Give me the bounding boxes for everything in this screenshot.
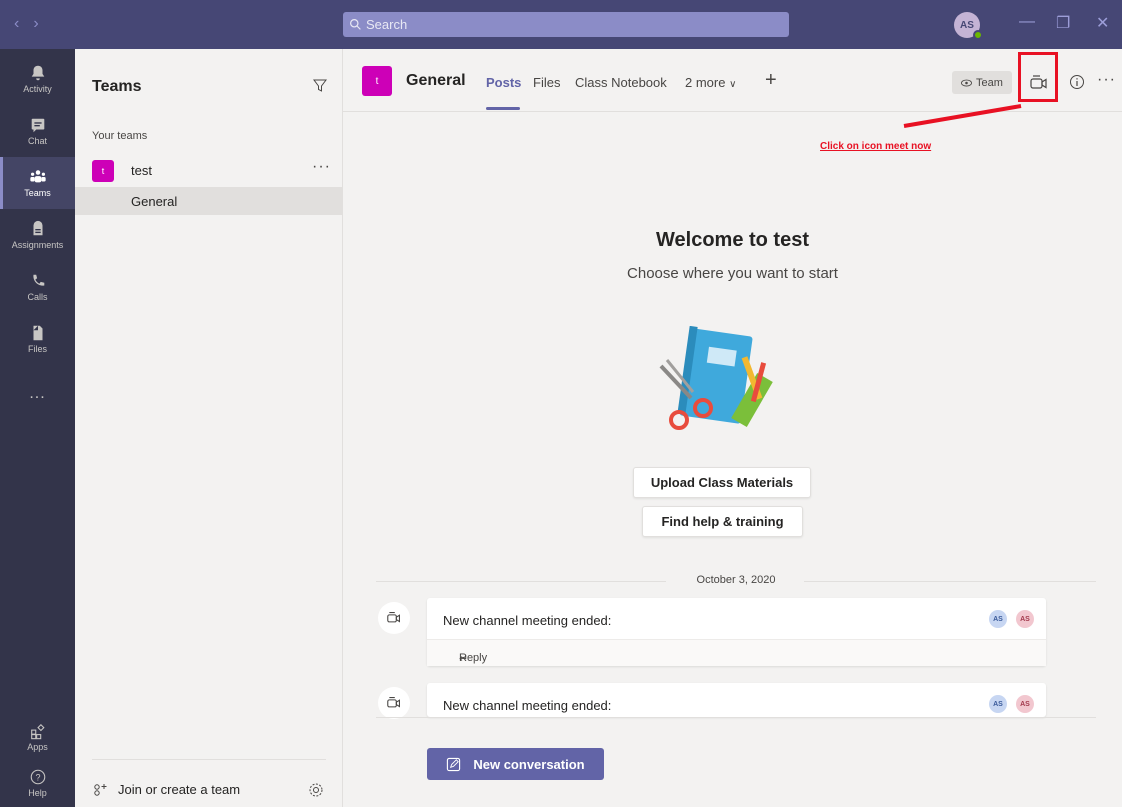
join-team-icon [94,783,107,796]
rail-label: Help [28,788,47,798]
title-bar: ‹ › Search AS — ❐ ✕ [0,0,1122,49]
eye-icon [961,79,973,86]
minimize-icon[interactable]: — [1019,13,1035,31]
assignments-icon [33,220,42,236]
rail-item-calls[interactable]: Calls [0,261,75,313]
channel-team-avatar: t [362,66,392,96]
svg-text:?: ? [35,773,40,783]
date-separator: October 3, 2020 [376,572,1096,592]
avatar-initials: AS [960,19,974,31]
welcome-subtitle: Choose where you want to start [627,265,838,282]
rail-item-chat[interactable]: Chat [0,105,75,157]
annotation-text: Click on icon meet now [820,141,932,152]
new-conversation-button[interactable]: New conversation [427,748,604,780]
channel-more-options-icon[interactable]: ··· [1097,71,1116,89]
join-create-team-button[interactable]: Join or create a team [92,782,240,797]
rail-label: Files [27,344,47,354]
filter-icon[interactable] [313,79,327,93]
nav-arrows: ‹ › [14,15,39,33]
search-icon [350,19,361,30]
rail-label: Activity [23,84,52,94]
chevron-left-icon[interactable]: ‹ [14,15,19,33]
rail-item-files[interactable]: Files [0,313,75,365]
tab-more-label: 2 more [685,75,726,90]
app-rail: Activity Chat Teams Assignments Calls Fi… [0,49,75,807]
rail-label: Assignments [11,240,64,250]
close-icon[interactable]: ✕ [1096,13,1109,33]
bell-icon [31,65,44,81]
message-card[interactable]: New channel meeting ended: AS AS [427,683,1046,717]
divider [92,759,326,760]
apps-icon [30,723,45,740]
tab-more[interactable]: 2 more ∨ [685,75,736,90]
channel-title: General [406,72,466,89]
participant-avatar: AS [989,695,1007,713]
tab-files[interactable]: Files [533,75,560,90]
help-icon: ? [30,769,45,785]
rail-item-teams[interactable]: Teams [0,157,75,209]
rail-item-activity[interactable]: Activity [0,53,75,105]
compose-icon [447,757,461,771]
date-label: October 3, 2020 [696,574,776,586]
rail-label: Calls [27,292,48,302]
team-item-test[interactable]: t test ··· [75,156,343,186]
participant-avatar: AS [1016,610,1034,628]
meeting-message-icon [378,602,410,634]
tab-posts[interactable]: Posts [486,75,521,90]
add-tab-icon[interactable]: + [765,69,777,92]
search-input[interactable]: Search [343,12,789,37]
notebook-illustration [659,326,773,430]
join-label: Join or create a team [118,782,241,797]
upload-class-materials-button[interactable]: Upload Class Materials [633,467,811,498]
welcome-title: Welcome to test [656,229,809,251]
message-card[interactable]: New channel meeting ended: AS AS ↵ Reply [427,598,1046,666]
rail-item-assignments[interactable]: Assignments [0,209,75,261]
chevron-down-icon: ∨ [729,79,737,90]
channel-item-general[interactable]: General [75,187,343,215]
teams-panel: Teams Your teams t test ··· General Join… [75,49,343,807]
chevron-right-icon[interactable]: › [33,15,38,33]
rail-item-apps[interactable]: Apps [0,711,75,763]
file-icon [33,325,42,341]
tab-class-notebook[interactable]: Class Notebook [575,75,667,90]
phone-icon [32,274,44,286]
feed-bottom-divider [376,717,1096,718]
info-icon[interactable] [1069,74,1085,90]
message-text: New channel meeting ended: [443,698,612,713]
find-help-training-button[interactable]: Find help & training [642,506,803,537]
participant-avatar: AS [1016,695,1034,713]
message-text: New channel meeting ended: [443,613,612,628]
rail-label: Teams [24,188,51,198]
reply-text: Reply [459,652,488,664]
rail-label: Chat [27,136,47,146]
channel-header: t General Posts Files Class Notebook 2 m… [343,49,1122,112]
team-name: test [131,163,152,178]
channel-name: General [131,194,178,209]
rail-item-help[interactable]: ? Help [0,757,75,807]
meet-now-icon [387,612,400,623]
team-more-options-icon[interactable]: ··· [312,158,331,176]
rail-label: Apps [27,742,48,752]
new-conversation-label: New conversation [473,756,585,772]
panel-title: Teams [92,78,142,95]
active-tab-indicator [486,107,520,110]
avatar[interactable]: AS [954,12,983,40]
team-view-button[interactable]: Team [952,71,1012,94]
presence-available-icon [973,30,983,40]
chat-icon [31,118,44,133]
restore-icon[interactable]: ❐ [1056,13,1070,33]
rail-item-more[interactable]: ... [0,379,75,409]
meet-now-icon [387,697,400,708]
meeting-message-icon [378,687,410,719]
search-placeholder: Search [366,17,408,32]
more-icon: ... [29,385,46,402]
gear-icon[interactable] [308,782,324,798]
participant-avatar: AS [989,610,1007,628]
teams-icon [29,170,46,183]
section-label: Your teams [92,130,148,142]
team-pill-label: Team [976,76,1003,89]
annotation-highlight-box [1018,52,1058,102]
reply-button[interactable]: ↵ Reply [427,639,1046,666]
team-avatar: t [92,160,114,182]
